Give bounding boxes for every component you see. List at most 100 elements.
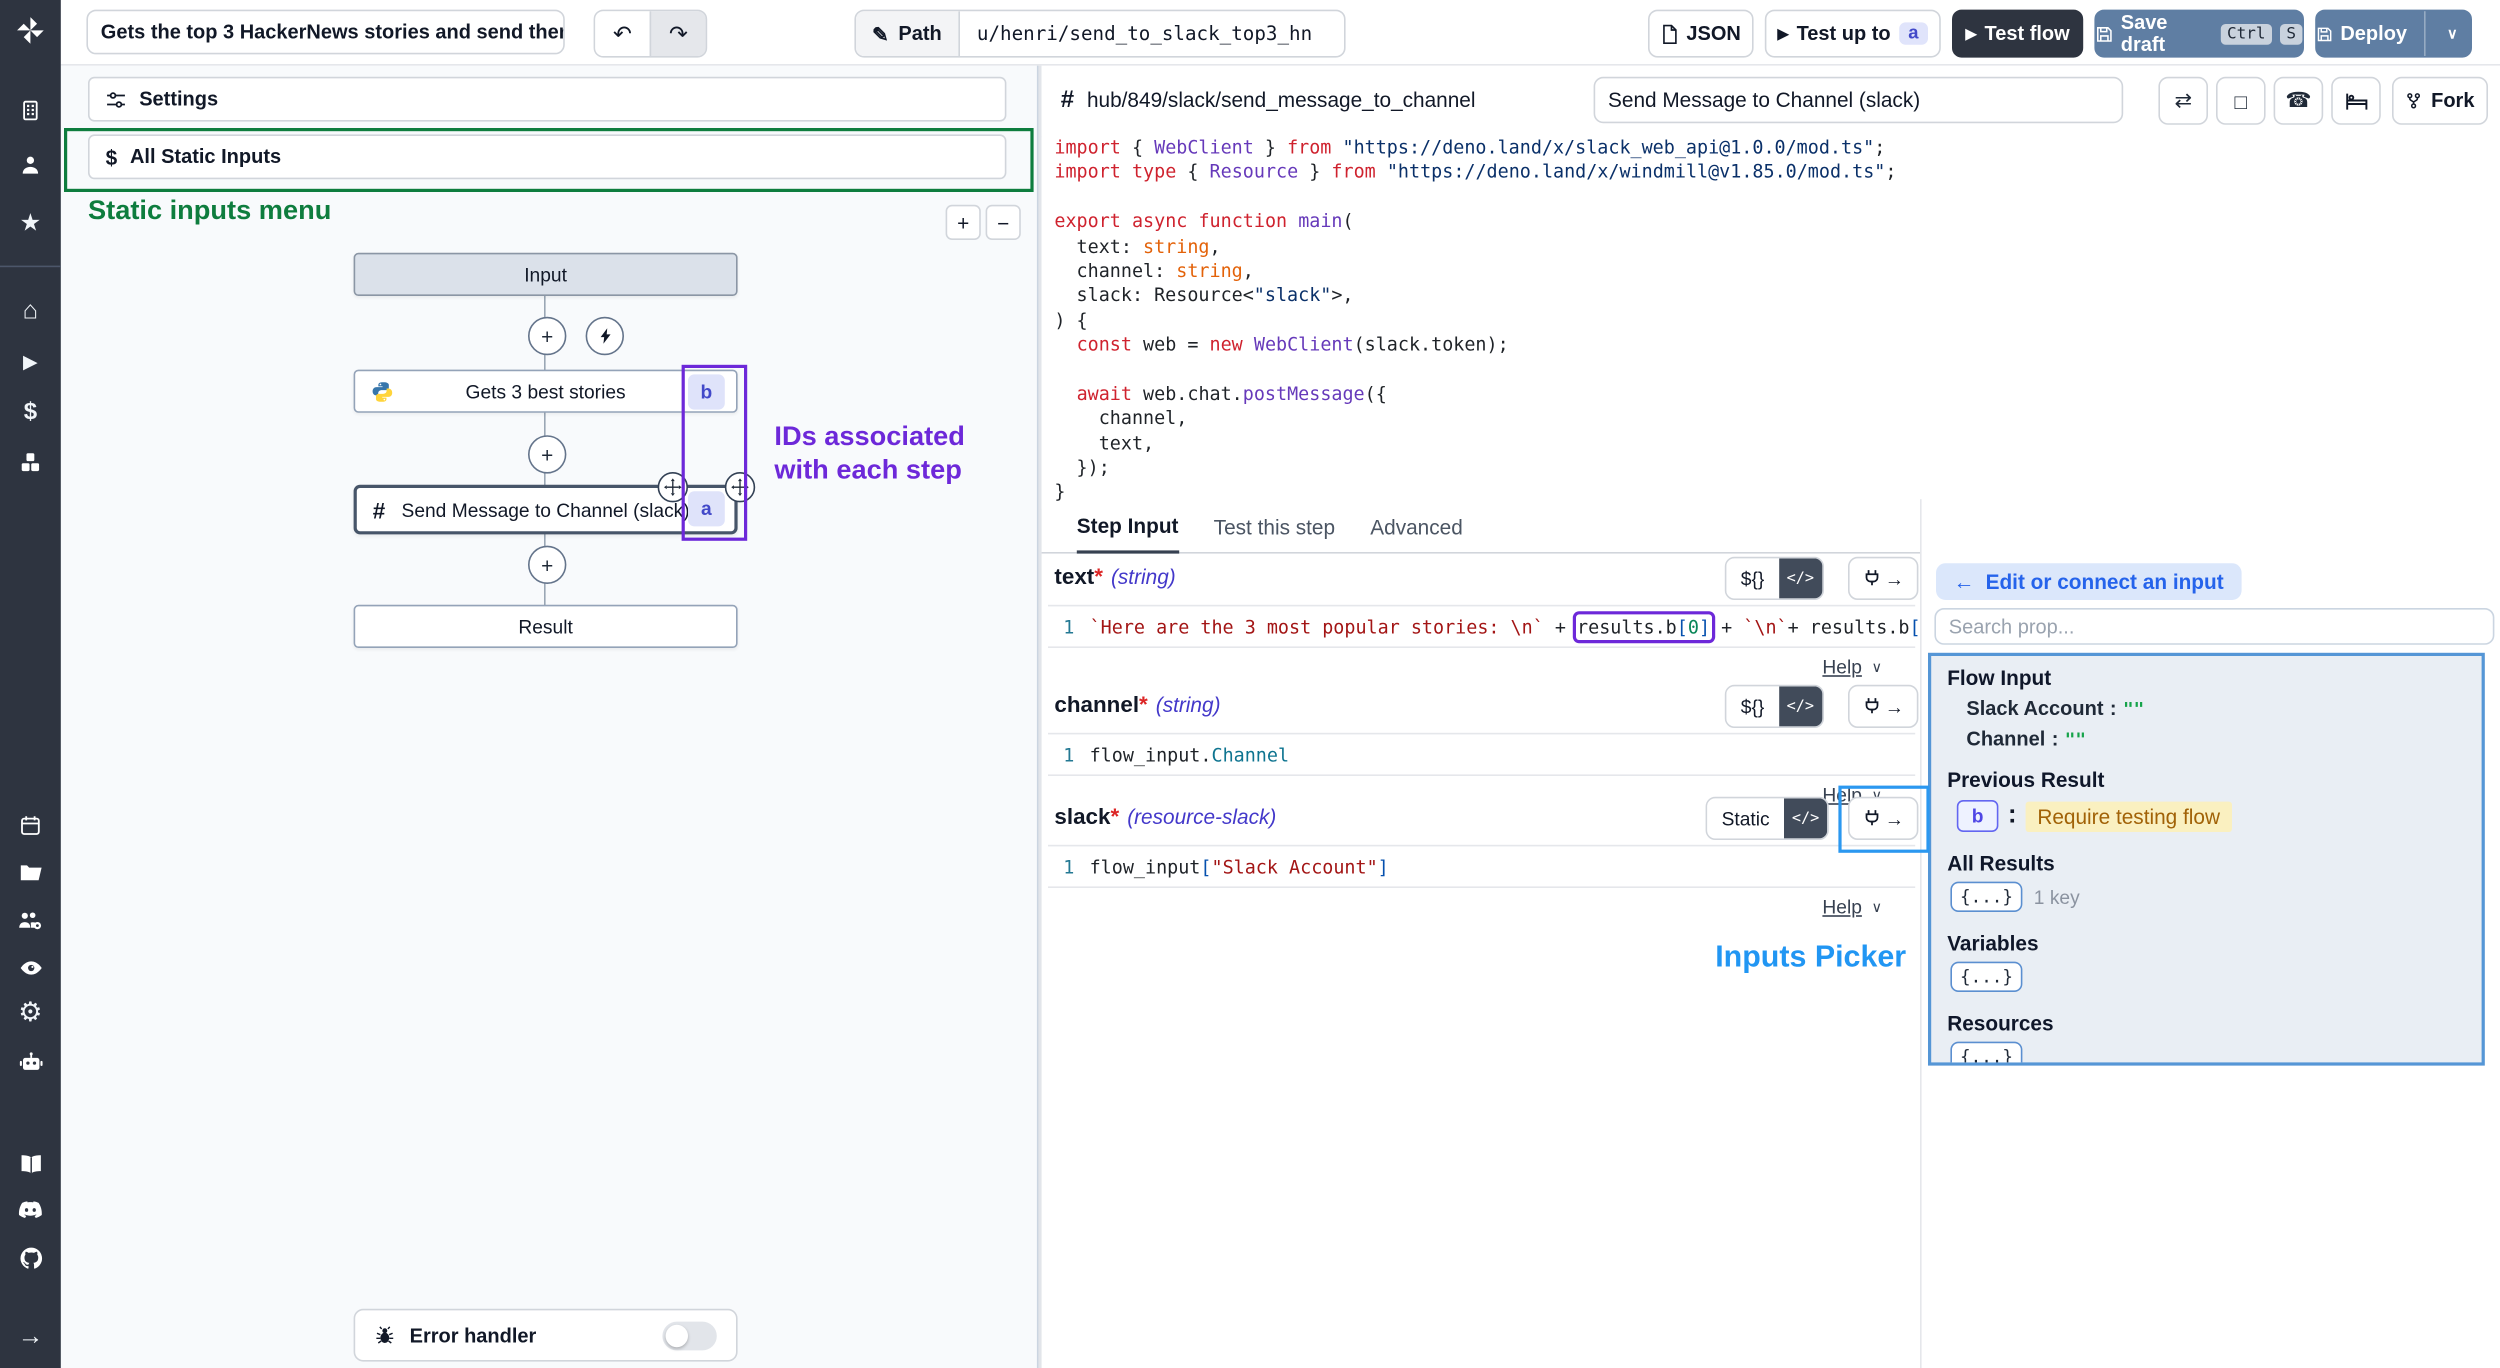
expand-editor-icon[interactable]: □ <box>2216 77 2266 125</box>
field-slack-connect-button[interactable]: → <box>1848 797 1918 840</box>
schedules-calendar-icon[interactable] <box>0 806 61 844</box>
graph-zoom-out-button[interactable]: − <box>986 205 1021 240</box>
field-slack-mode-toggle[interactable]: Static </> <box>1706 797 1829 840</box>
mode-code-label[interactable]: </> <box>1784 798 1827 838</box>
search-prop-input[interactable] <box>1934 608 2494 645</box>
flow-input-section-title[interactable]: Flow Input <box>1947 666 2465 690</box>
mode-code-label[interactable]: </> <box>1779 558 1822 598</box>
mode-template-label[interactable]: ${} <box>1726 558 1778 598</box>
favorites-star-icon[interactable]: ★ <box>0 203 61 241</box>
all-static-inputs-button[interactable]: $ All Static Inputs <box>88 134 1006 179</box>
code-line[interactable]: ) { <box>1042 308 2500 333</box>
undo-button[interactable]: ↶ <box>595 11 649 56</box>
tab-step-input[interactable]: Step Input <box>1077 514 1179 554</box>
error-handler-toggle[interactable] <box>662 1321 716 1350</box>
code-line[interactable]: await web.chat.postMessage({ <box>1042 382 2500 407</box>
previous-result-section-title[interactable]: Previous Result <box>1947 768 2465 792</box>
docs-book-icon[interactable] <box>0 1144 61 1182</box>
path-value[interactable]: u/henri/send_to_slack_top3_hn <box>959 22 1343 44</box>
sleep-bed-icon[interactable] <box>2331 77 2381 125</box>
discord-icon[interactable] <box>0 1190 61 1228</box>
field-channel-mode-toggle[interactable]: ${} </> <box>1725 685 1824 728</box>
windmill-logo-icon[interactable] <box>0 11 61 49</box>
trigger-bolt-button[interactable] <box>586 317 624 355</box>
variables-dollar-icon[interactable]: $ <box>0 392 61 430</box>
reload-script-icon[interactable]: ⇄ <box>2158 77 2208 125</box>
hub-script-path[interactable]: hub/849/slack/send_message_to_channel <box>1087 88 1476 112</box>
tab-test-this-step[interactable]: Test this step <box>1214 515 1335 552</box>
field-channel-connect-button[interactable]: → <box>1848 685 1918 728</box>
user-icon[interactable] <box>0 146 61 184</box>
code-line[interactable]: slack: Resource<"slack">, <box>1042 284 2500 309</box>
field-text-expression[interactable]: 1 `Here are the 3 most popular stories: … <box>1048 605 1915 648</box>
groups-users-gear-icon[interactable] <box>0 901 61 939</box>
add-step-button-3[interactable]: + <box>528 546 566 584</box>
resources-expand-badge[interactable]: {...} <box>1950 1042 2022 1066</box>
test-flow-button[interactable]: ▶ Test flow <box>1952 10 2083 58</box>
collapse-arrow-icon[interactable]: → <box>0 1318 61 1356</box>
resources-cubes-icon[interactable] <box>0 443 61 481</box>
previous-result-step-badge[interactable]: b <box>1957 800 1999 832</box>
resources-section-title[interactable]: Resources <box>1947 1011 2465 1035</box>
test-up-to-button[interactable]: ▶ Test up to a <box>1765 10 1941 58</box>
picker-item-slack-account[interactable]: Slack Account:"" <box>1966 698 2465 720</box>
fork-button[interactable]: Fork <box>2392 77 2488 125</box>
folders-icon[interactable] <box>0 853 61 891</box>
variables-section-title[interactable]: Variables <box>1947 931 2465 955</box>
field-slack-help[interactable]: Help∨ <box>1822 896 1882 918</box>
add-step-button-2[interactable]: + <box>528 435 566 473</box>
home-icon[interactable]: ⌂ <box>0 293 61 331</box>
save-draft-button[interactable]: Save draft Ctrl S <box>2094 10 2304 58</box>
code-line[interactable] <box>1042 185 2500 210</box>
code-line[interactable]: }); <box>1042 456 2500 481</box>
flow-settings-button[interactable]: Settings <box>88 77 1006 122</box>
step-summary-input[interactable]: Send Message to Channel (slack) <box>1594 77 2124 123</box>
code-line[interactable] <box>1042 358 2500 383</box>
redo-button[interactable]: ↷ <box>650 11 706 56</box>
code-line[interactable]: channel: string, <box>1042 259 2500 284</box>
graph-zoom-in-button[interactable]: + <box>946 205 981 240</box>
all-results-expand-badge[interactable]: {...} <box>1950 882 2022 912</box>
field-text-mode-toggle[interactable]: ${} </> <box>1725 557 1824 600</box>
code-line[interactable]: const web = new WebClient(slack.token); <box>1042 333 2500 358</box>
code-line[interactable]: import { WebClient } from "https://deno.… <box>1042 136 2500 161</box>
runs-play-icon[interactable]: ▶ <box>0 342 61 380</box>
all-results-section-title[interactable]: All Results <box>1947 851 2465 875</box>
field-slack-expression[interactable]: 1 flow_input["Slack Account"] <box>1048 845 1915 888</box>
phone-trigger-icon[interactable]: ☎ <box>2274 77 2324 125</box>
field-text-help[interactable]: Help∨ <box>1822 656 1882 678</box>
step-editor-panel: # hub/849/slack/send_message_to_channel … <box>1042 64 2500 1368</box>
deploy-button[interactable]: Deploy ∨ <box>2315 10 2472 58</box>
mode-code-label[interactable]: </> <box>1779 686 1822 726</box>
workspace-icon[interactable] <box>0 91 61 129</box>
move-handle-icon[interactable] <box>658 472 688 502</box>
json-button[interactable]: JSON <box>1648 10 1754 58</box>
flow-node-input[interactable]: Input <box>354 253 738 296</box>
picker-item-channel[interactable]: Channel:"" <box>1966 728 2465 750</box>
add-step-button-1[interactable]: + <box>528 317 566 355</box>
dollar-icon: $ <box>106 145 118 169</box>
audit-eye-icon[interactable] <box>0 949 61 987</box>
settings-gear-icon[interactable]: ⚙ <box>0 994 61 1032</box>
ai-robot-icon[interactable] <box>0 1043 61 1081</box>
github-icon[interactable] <box>0 1238 61 1276</box>
edit-or-connect-button[interactable]: ← Edit or connect an input <box>1936 563 2241 600</box>
code-line[interactable]: text: string, <box>1042 235 2500 260</box>
code-line[interactable]: channel, <box>1042 407 2500 432</box>
flow-node-step-b[interactable]: Gets 3 best stories <box>354 370 738 413</box>
code-line[interactable]: export async function main( <box>1042 210 2500 235</box>
path-label[interactable]: ✎ Path <box>856 11 959 56</box>
field-text-connect-button[interactable]: → <box>1848 557 1918 600</box>
flow-title-input[interactable]: Gets the top 3 HackerNews stories and se… <box>86 10 564 55</box>
deploy-chevron-down-icon[interactable]: ∨ <box>2434 25 2470 43</box>
mode-template-label[interactable]: ${} <box>1726 686 1778 726</box>
tab-advanced[interactable]: Advanced <box>1370 515 1463 552</box>
variables-expand-badge[interactable]: {...} <box>1950 962 2022 992</box>
code-line[interactable]: text, <box>1042 432 2500 457</box>
field-channel-expression[interactable]: 1 flow_input.Channel <box>1048 733 1915 776</box>
code-editor[interactable]: import { WebClient } from "https://deno.… <box>1042 136 2500 509</box>
mode-static-label[interactable]: Static <box>1707 798 1784 838</box>
move-handle-icon-2[interactable] <box>725 472 755 502</box>
code-line[interactable]: import type { Resource } from "https://d… <box>1042 161 2500 186</box>
flow-node-result[interactable]: Result <box>354 605 738 648</box>
